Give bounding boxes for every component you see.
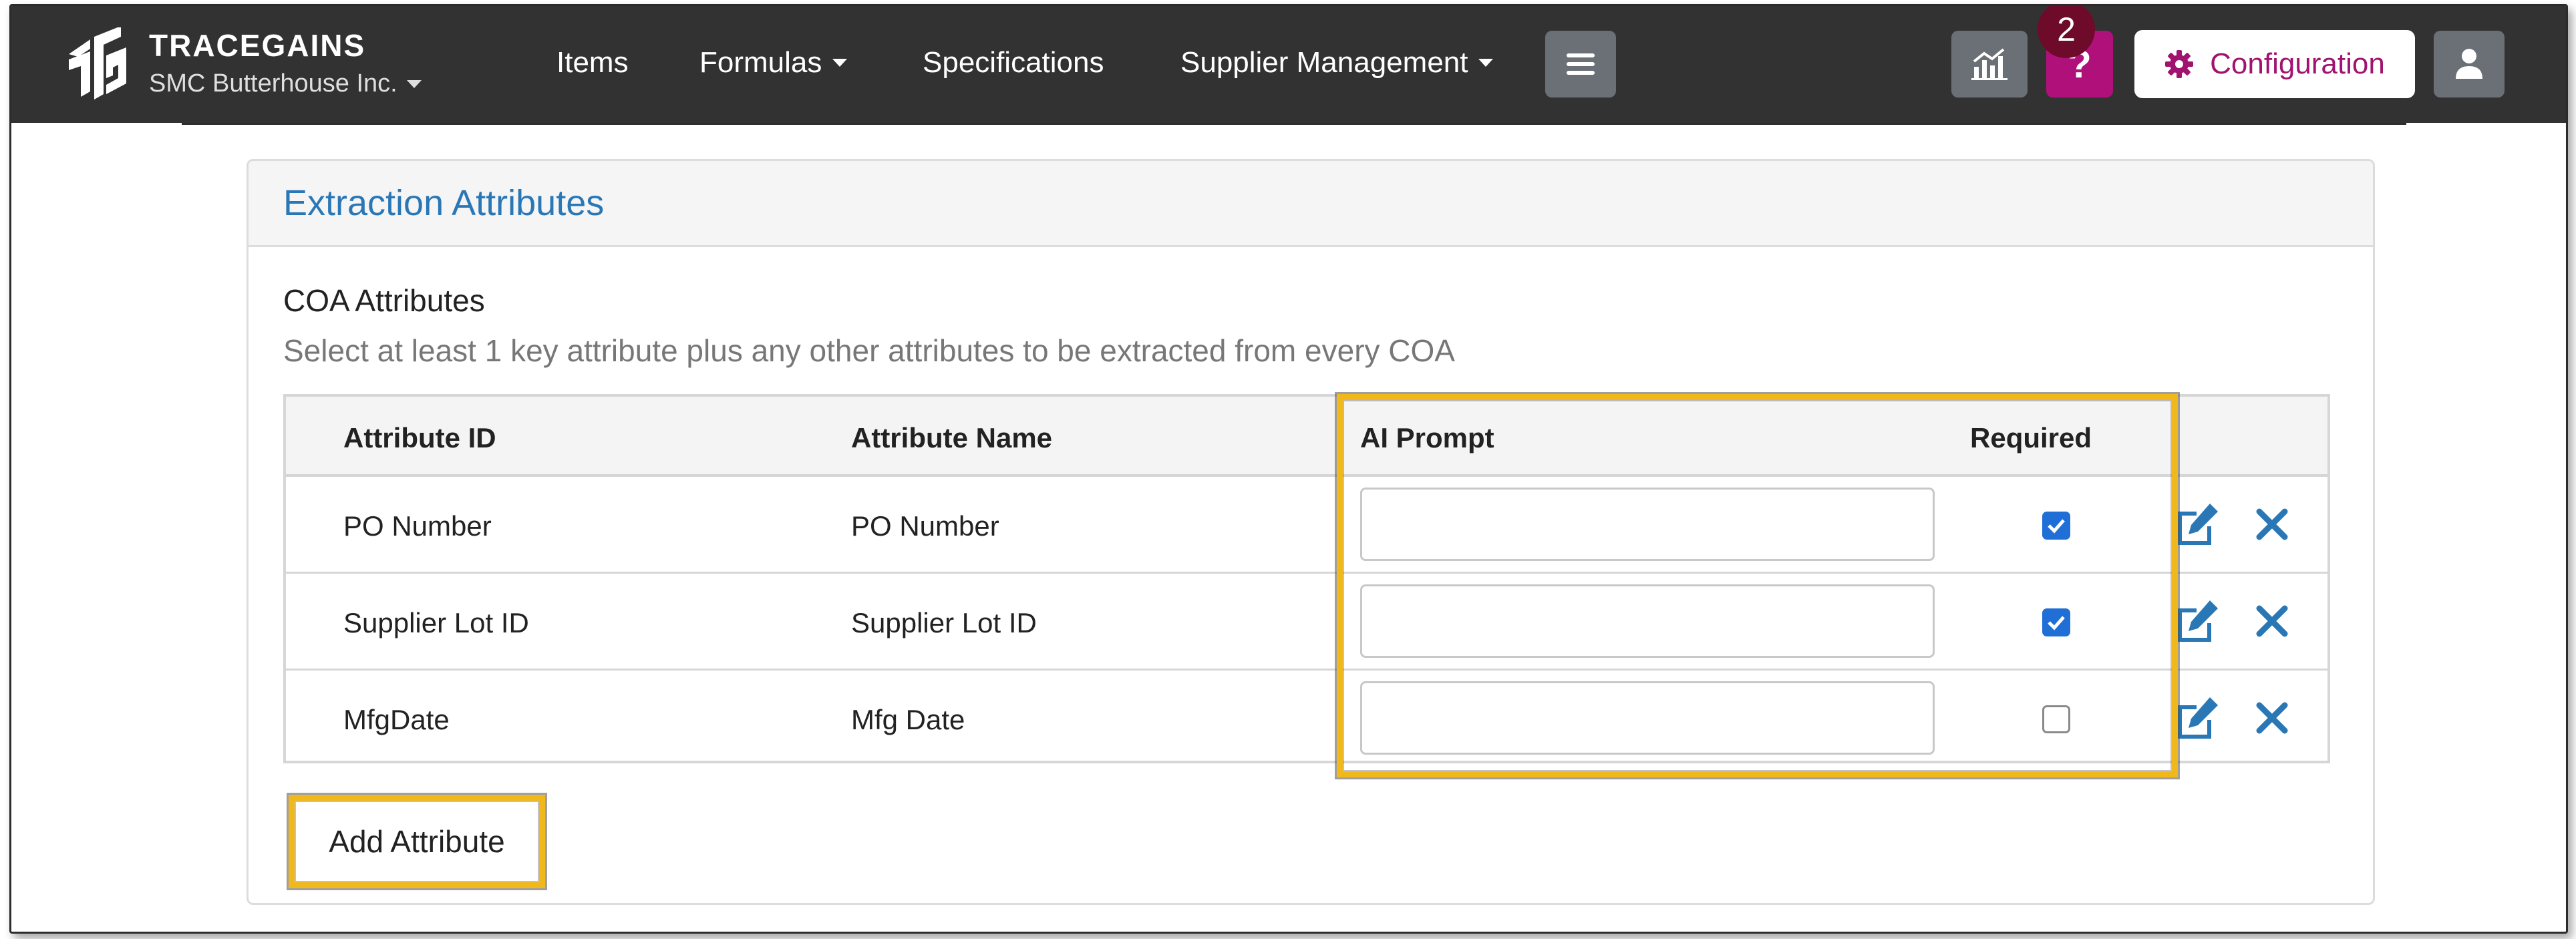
chevron-down-icon [406, 79, 422, 88]
cell-attribute-id: PO Number [343, 510, 492, 542]
ai-prompt-input[interactable] [1360, 488, 1935, 561]
logo-icon[interactable] [62, 27, 132, 101]
header-attribute-name: Attribute Name [851, 422, 1053, 453]
configuration-button[interactable]: Configuration [2134, 30, 2415, 98]
coa-attributes-table: Attribute ID Attribute Name AI Prompt Re… [283, 394, 2330, 763]
analytics-icon [1971, 48, 2007, 80]
delete-icon[interactable] [2255, 701, 2289, 735]
section-description: Select at least 1 key attribute plus any… [283, 333, 1455, 368]
company-name: SMC Butterhouse Inc. [149, 69, 397, 98]
gear-icon [2165, 50, 2194, 78]
cell-attribute-id: Supplier Lot ID [343, 607, 529, 638]
app-window: TRACEGAINS SMC Butterhouse Inc. Items Fo… [9, 4, 2568, 934]
check-icon [2048, 616, 2065, 630]
top-navbar: TRACEGAINS SMC Butterhouse Inc. Items Fo… [11, 6, 2566, 123]
delete-icon[interactable] [2255, 604, 2289, 638]
required-checkbox[interactable] [2042, 705, 2070, 733]
menu-button[interactable] [1545, 31, 1616, 98]
add-attribute-button[interactable]: Add Attribute [297, 803, 537, 880]
cell-attribute-name: PO Number [851, 510, 999, 542]
chevron-down-icon [832, 59, 848, 67]
user-menu-button[interactable] [2434, 31, 2505, 98]
nav-specifications[interactable]: Specifications [923, 46, 1104, 79]
nav-formulas-label: Formulas [699, 46, 822, 79]
header-attribute-id: Attribute ID [343, 422, 496, 453]
nav-supplier-management-label: Supplier Management [1180, 46, 1468, 79]
table-row: Supplier Lot ID Supplier Lot ID [286, 574, 2327, 671]
menu-icon [1567, 53, 1595, 75]
edit-icon[interactable] [2174, 696, 2221, 740]
ai-prompt-input[interactable] [1360, 681, 1935, 755]
analytics-button[interactable] [1951, 31, 2028, 98]
header-required: Required [1970, 422, 2092, 453]
required-checkbox[interactable] [2042, 608, 2070, 636]
edit-icon[interactable] [2174, 502, 2221, 546]
nav-specifications-label: Specifications [923, 46, 1104, 79]
panel-title: Extraction Attributes [283, 183, 605, 223]
section-title: COA Attributes [283, 283, 485, 318]
panel-header: Extraction Attributes [249, 161, 2373, 247]
extraction-attributes-panel: Extraction Attributes COA Attributes Sel… [247, 159, 2375, 905]
brand-name: TRACEGAINS [149, 28, 366, 63]
edit-icon[interactable] [2174, 599, 2221, 643]
nav-supplier-management[interactable]: Supplier Management [1180, 46, 1494, 79]
nav-items[interactable]: Items [556, 46, 629, 79]
cell-attribute-name: Supplier Lot ID [851, 607, 1037, 638]
cell-attribute-id: MfgDate [343, 704, 450, 735]
table-header: Attribute ID Attribute Name AI Prompt Re… [286, 397, 2327, 477]
table-row: PO Number PO Number [286, 477, 2327, 574]
nav-formulas[interactable]: Formulas [699, 46, 848, 79]
cell-attribute-name: Mfg Date [851, 704, 965, 735]
configuration-label: Configuration [2210, 47, 2385, 80]
nav-items-label: Items [556, 46, 629, 79]
chevron-down-icon [1478, 59, 1494, 67]
check-icon [2048, 519, 2065, 534]
table-row: MfgDate Mfg Date [286, 671, 2327, 767]
ai-prompt-input[interactable] [1360, 584, 1935, 658]
company-selector[interactable]: SMC Butterhouse Inc. [149, 69, 422, 98]
navbar-divider [182, 123, 2406, 125]
delete-icon[interactable] [2255, 508, 2289, 541]
user-icon [2456, 49, 2482, 79]
header-ai-prompt: AI Prompt [1360, 422, 1494, 453]
required-checkbox[interactable] [2042, 512, 2070, 540]
